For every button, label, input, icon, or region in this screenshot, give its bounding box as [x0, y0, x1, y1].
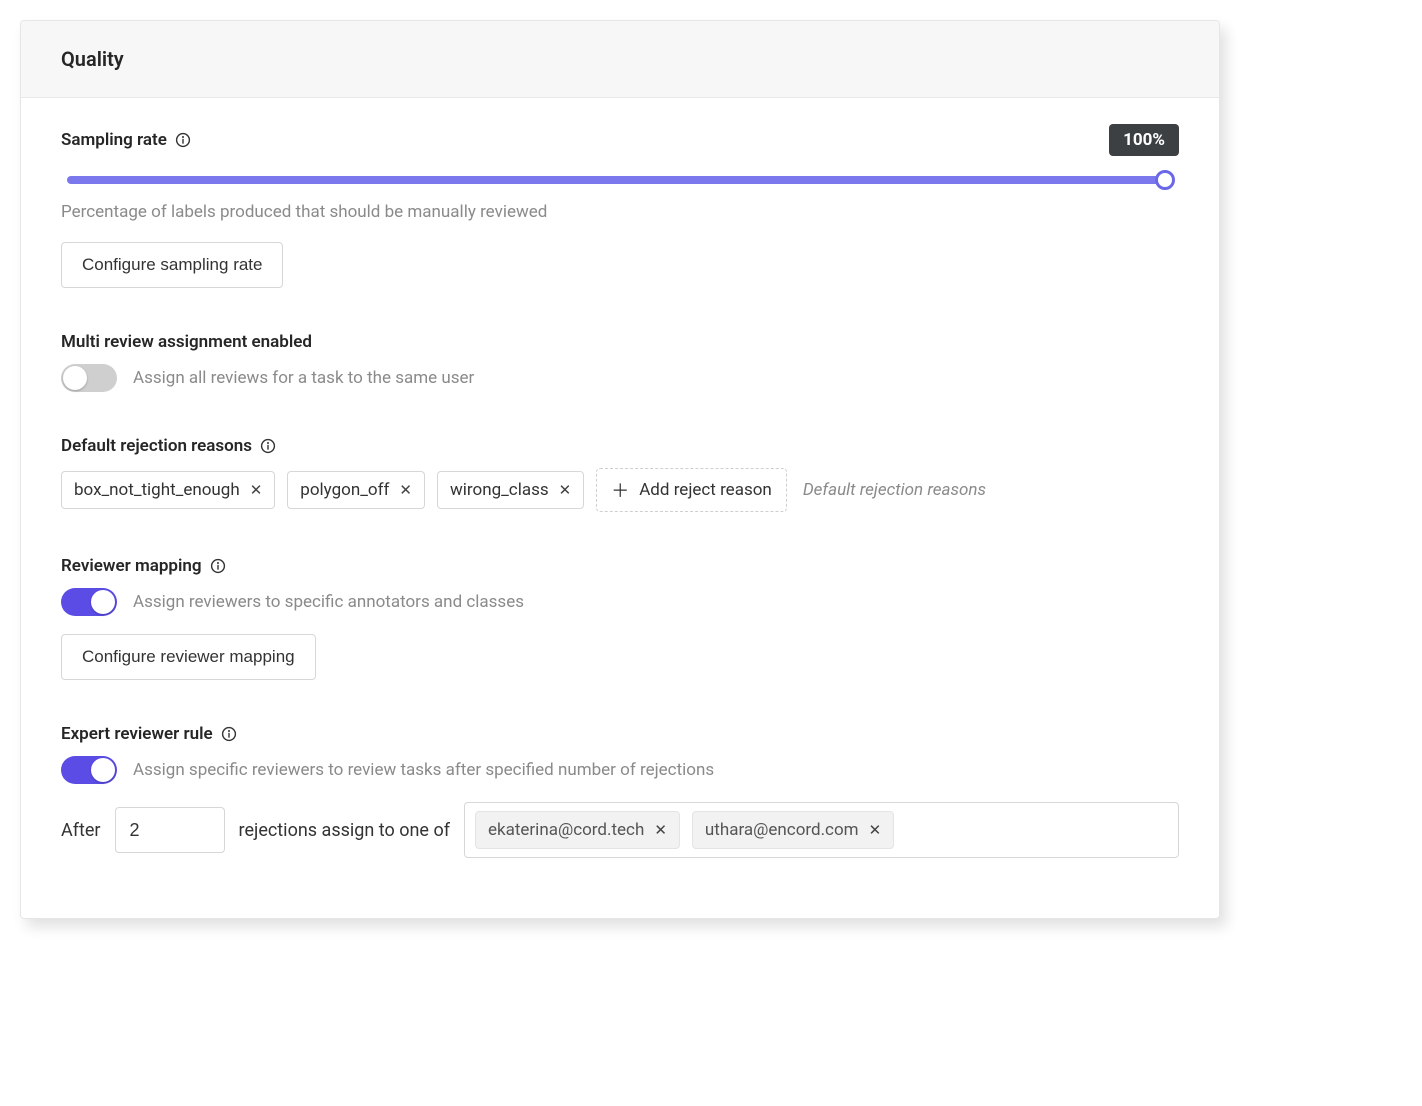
rejection-reason-chip[interactable]: box_not_tight_enough ✕	[61, 471, 275, 509]
reviewer-mapping-section: Reviewer mapping Assign reviewers to spe…	[61, 556, 1179, 680]
rejection-reasons-heading: Default rejection reasons	[61, 436, 252, 456]
rejection-reason-label: polygon_off	[300, 480, 389, 500]
rejection-reasons-section: Default rejection reasons box_not_tight_…	[61, 436, 1179, 512]
panel-title: Quality	[21, 21, 1219, 98]
sampling-rate-slider-thumb[interactable]	[1155, 170, 1175, 190]
info-icon[interactable]	[260, 438, 276, 454]
sampling-rate-badge: 100%	[1109, 124, 1179, 156]
expert-assignees-input[interactable]: ekaterina@cord.tech ✕ uthara@encord.com …	[464, 802, 1179, 858]
sampling-rate-section: Sampling rate 100% Percentage of labels …	[61, 124, 1179, 288]
info-icon[interactable]	[221, 726, 237, 742]
close-icon[interactable]: ✕	[559, 481, 572, 499]
expert-assignee-chip[interactable]: ekaterina@cord.tech ✕	[475, 811, 680, 849]
expert-reviewer-heading: Expert reviewer rule	[61, 724, 213, 744]
expert-rejections-input[interactable]	[115, 807, 225, 853]
sampling-rate-heading: Sampling rate	[61, 130, 167, 150]
info-icon[interactable]	[175, 132, 191, 148]
configure-sampling-rate-button[interactable]: Configure sampling rate	[61, 242, 283, 288]
add-reject-reason-button[interactable]: ＋ Add reject reason	[596, 468, 787, 512]
close-icon[interactable]: ✕	[869, 821, 882, 839]
multi-review-description: Assign all reviews for a task to the sam…	[133, 368, 474, 388]
quality-panel: Quality Sampling rate 100% Percentage of…	[20, 20, 1220, 919]
close-icon[interactable]: ✕	[250, 481, 263, 499]
close-icon[interactable]: ✕	[654, 821, 667, 839]
sampling-rate-slider[interactable]	[67, 176, 1173, 184]
configure-reviewer-mapping-button[interactable]: Configure reviewer mapping	[61, 634, 316, 680]
expert-assignee-label: uthara@encord.com	[705, 820, 859, 840]
multi-review-heading: Multi review assignment enabled	[61, 332, 312, 352]
expert-reviewer-section: Expert reviewer rule Assign specific rev…	[61, 724, 1179, 858]
rejection-reason-label: wirong_class	[450, 480, 549, 500]
expert-after-label: After	[61, 820, 101, 841]
expert-assignee-chip[interactable]: uthara@encord.com ✕	[692, 811, 894, 849]
reviewer-mapping-toggle[interactable]	[61, 588, 117, 616]
add-reject-reason-label: Add reject reason	[639, 480, 772, 500]
rejection-reasons-placeholder: Default rejection reasons	[803, 480, 986, 500]
multi-review-toggle[interactable]	[61, 364, 117, 392]
multi-review-section: Multi review assignment enabled Assign a…	[61, 332, 1179, 392]
rejection-reason-chip[interactable]: wirong_class ✕	[437, 471, 584, 509]
plus-icon: ＋	[611, 477, 629, 503]
expert-rejections-label: rejections assign to one of	[239, 820, 450, 841]
rejection-reason-chip[interactable]: polygon_off ✕	[287, 471, 425, 509]
rejection-reason-label: box_not_tight_enough	[74, 480, 240, 500]
info-icon[interactable]	[210, 558, 226, 574]
reviewer-mapping-description: Assign reviewers to specific annotators …	[133, 592, 524, 612]
expert-reviewer-toggle[interactable]	[61, 756, 117, 784]
close-icon[interactable]: ✕	[399, 481, 412, 499]
sampling-rate-help: Percentage of labels produced that shoul…	[61, 202, 1179, 222]
expert-assignee-label: ekaterina@cord.tech	[488, 820, 644, 840]
expert-reviewer-description: Assign specific reviewers to review task…	[133, 760, 714, 780]
reviewer-mapping-heading: Reviewer mapping	[61, 556, 202, 576]
panel-body: Sampling rate 100% Percentage of labels …	[21, 98, 1219, 918]
